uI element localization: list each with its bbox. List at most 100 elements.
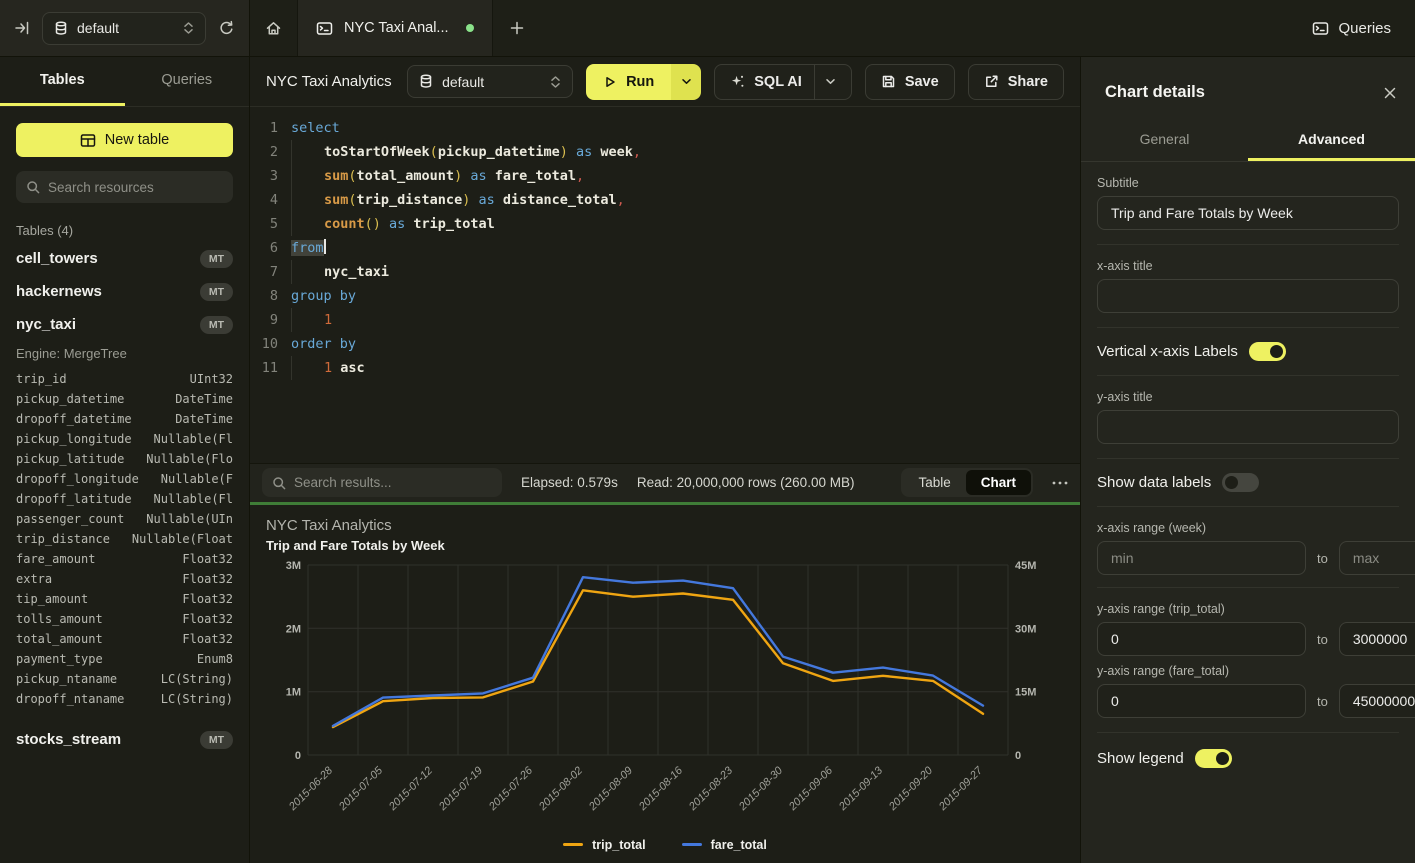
engine-badge: MT [200, 283, 233, 301]
view-toggle-chart[interactable]: Chart [966, 470, 1031, 495]
sql-token: as [568, 144, 601, 160]
column-type: Float32 [182, 552, 233, 566]
console-icon [316, 21, 333, 36]
app-window: default NYC Taxi Anal... [0, 0, 1415, 863]
sql-token: fare_total [495, 168, 576, 184]
subtitle-input[interactable] [1097, 196, 1399, 230]
table-row-hackernews[interactable]: hackernews MT [16, 275, 233, 308]
sql-token: group by [291, 288, 356, 304]
column-type: Enum8 [197, 652, 233, 666]
x-axis-title-input[interactable] [1097, 279, 1399, 313]
editor-line: 3sum(total_amount) as fare_total, [250, 164, 1080, 188]
results-chart-svg: 001M15M2M30M3M45M2015-06-282015-07-05201… [266, 559, 1064, 831]
results-search-input[interactable] [294, 475, 492, 490]
column-name: passenger_count [16, 512, 124, 526]
save-button[interactable]: Save [865, 64, 955, 100]
panel-tab-advanced[interactable]: Advanced [1248, 122, 1415, 161]
panel-tab-general[interactable]: General [1081, 122, 1248, 161]
new-tab-button[interactable] [493, 0, 541, 56]
y-axis-title-input[interactable] [1097, 410, 1399, 444]
column-name: dropoff_ntaname [16, 692, 124, 706]
subtitle-field-label: Subtitle [1097, 176, 1399, 190]
sidebar-tab-queries[interactable]: Queries [125, 57, 250, 106]
query-database-value: default [442, 74, 541, 90]
column-list: trip_idUInt32pickup_datetimeDateTimedrop… [16, 369, 233, 709]
sidebar-tabs: Tables Queries [0, 57, 249, 107]
unsaved-changes-dot [466, 24, 474, 32]
line-code: group by [291, 284, 356, 308]
show-data-labels-toggle[interactable] [1222, 473, 1259, 492]
line-code: sum(total_amount) as fare_total, [291, 164, 584, 188]
divider [1097, 587, 1399, 588]
view-toggle-table[interactable]: Table [903, 470, 965, 495]
run-button[interactable]: Run [586, 64, 671, 100]
queries-link[interactable]: Queries [1288, 0, 1415, 56]
table-name: nyc_taxi [16, 316, 76, 333]
line-number: 4 [250, 188, 278, 212]
line-code: nyc_taxi [291, 260, 389, 284]
sql-ai-options[interactable] [814, 65, 836, 99]
show-legend-toggle[interactable] [1195, 749, 1232, 768]
new-table-button[interactable]: New table [16, 123, 233, 157]
sidebar-search-input[interactable] [48, 180, 225, 195]
vertical-x-labels-toggle[interactable] [1249, 342, 1286, 361]
tab-strip: NYC Taxi Anal... [250, 0, 1288, 56]
sql-token: as [381, 216, 414, 232]
svg-text:45M: 45M [1015, 560, 1036, 572]
refresh-button[interactable] [218, 20, 235, 37]
y-range-trip-max-input[interactable] [1339, 622, 1415, 656]
table-row-cell_towers[interactable]: cell_towersMT [16, 242, 233, 275]
y-range-fare-max-input[interactable] [1339, 684, 1415, 718]
sidebar: Tables Queries New table Tables (4) [0, 57, 250, 863]
table-name: hackernews [16, 283, 102, 300]
tab-nyc-taxi-analytics[interactable]: NYC Taxi Anal... [298, 0, 493, 56]
sql-token: ( [348, 168, 356, 184]
home-button[interactable] [250, 0, 298, 56]
sql-ai-button[interactable]: SQL AI [714, 64, 852, 100]
sql-token: pickup_datetime [438, 144, 560, 160]
y-range-fare-min-input[interactable] [1097, 684, 1306, 718]
results-search [262, 468, 502, 497]
sql-editor[interactable]: 1select2toStartOfWeek(pickup_datetime) a… [250, 107, 1080, 463]
line-code: order by [291, 332, 356, 356]
results-more-button[interactable] [1052, 481, 1068, 485]
line-number: 5 [250, 212, 278, 236]
spacer [16, 709, 233, 723]
tables-list: cell_towersMThackernewsMTnyc_taxiMTEngin… [16, 242, 233, 756]
query-database-selector[interactable]: default [407, 65, 573, 98]
column-row: payment_typeEnum8 [16, 649, 233, 669]
column-row: dropoff_longitudeNullable(F [16, 469, 233, 489]
y-range-trip-min-input[interactable] [1097, 622, 1306, 656]
sidebar-tab-queries-label: Queries [161, 72, 212, 88]
svg-text:2015-07-19: 2015-07-19 [436, 764, 485, 813]
y-range-trip-to-label: to [1306, 632, 1339, 647]
collapse-sidebar-icon [14, 20, 30, 36]
table-row-stocks_stream[interactable]: stocks_streamMT [16, 723, 233, 756]
column-row: tolls_amountFloat32 [16, 609, 233, 629]
chart-card: NYC Taxi Analytics Trip and Fare Totals … [250, 505, 1080, 863]
x-range-min-input[interactable] [1097, 541, 1306, 575]
show-data-labels-row: Show data labels [1097, 473, 1399, 492]
tab-title: NYC Taxi Anal... [344, 20, 449, 36]
column-type: Nullable(UIn [146, 512, 233, 526]
legend-swatch [682, 843, 702, 846]
share-button[interactable]: Share [968, 64, 1064, 100]
new-table-label: New table [105, 132, 169, 148]
sql-token: , [617, 192, 625, 208]
column-name: extra [16, 572, 52, 586]
panel-tabs: General Advanced [1081, 122, 1415, 162]
topbar-database-selector[interactable]: default [42, 12, 206, 45]
top-bar: default NYC Taxi Anal... [0, 0, 1415, 57]
column-row: pickup_latitudeNullable(Flo [16, 449, 233, 469]
search-icon [272, 476, 286, 490]
run-options-button[interactable] [671, 64, 701, 100]
table-row-nyc_taxi[interactable]: nyc_taxiMT [16, 308, 233, 341]
column-name: tolls_amount [16, 612, 103, 626]
x-range-max-input[interactable] [1339, 541, 1415, 575]
sidebar-tab-tables[interactable]: Tables [0, 57, 125, 106]
sql-token: order by [291, 336, 356, 352]
column-row: pickup_ntanameLC(String) [16, 669, 233, 689]
panel-header: Chart details [1081, 57, 1415, 122]
collapse-sidebar-button[interactable] [14, 20, 30, 36]
close-panel-button[interactable] [1383, 86, 1397, 100]
